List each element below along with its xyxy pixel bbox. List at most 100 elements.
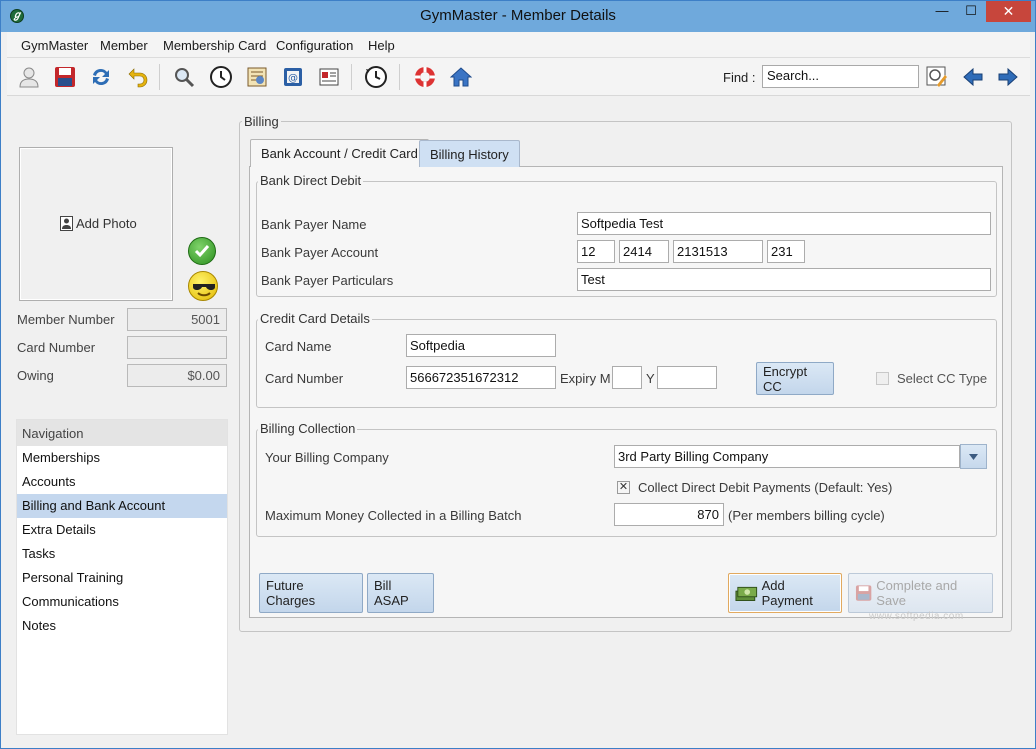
refresh-icon[interactable] [88,64,114,90]
member-number-label: Member Number [17,312,115,327]
watermark: www.softpedia.com [869,611,964,622]
bank-account-bank-input[interactable]: 12 [577,240,615,263]
bank-account-number-input[interactable]: 2131513 [673,240,763,263]
collect-direct-debit-label: Collect Direct Debit Payments (Default: … [638,480,893,495]
nav-item-notes[interactable]: Notes [17,614,227,638]
billing-collection-title: Billing Collection [258,421,358,436]
bank-payer-account-label: Bank Payer Account [261,245,379,260]
menu-bar: GymMaster Member Membership Card Configu… [7,32,1030,58]
card-name-input[interactable]: Softpedia [406,334,556,357]
menu-membership-card[interactable]: Membership Card [163,38,266,53]
svg-text:@: @ [288,73,298,84]
person-icon [60,216,73,231]
billing-company-select[interactable]: 3rd Party Billing Company [614,445,960,468]
bank-account-suffix-input[interactable]: 231 [767,240,805,263]
collect-direct-debit-checkbox[interactable]: ✕ [617,481,630,494]
expiry-month-label: Expiry M [560,371,611,386]
owing-label: Owing [17,368,54,383]
toolbar-separator [399,64,400,90]
main-window: ℊ GymMaster - Member Details — ☐ ✕ GymMa… [0,0,1036,749]
toolbar-separator [159,64,160,90]
bank-payer-particulars-input[interactable]: Test [577,268,991,291]
add-payment-label: Add Payment [761,578,813,608]
badge-icon[interactable] [244,64,270,90]
card-number-field [127,336,227,359]
nav-item-tasks[interactable]: Tasks [17,542,227,566]
sunglasses-smiley-icon [188,271,218,301]
arrow-right-icon[interactable] [995,64,1021,90]
bank-payer-name-label: Bank Payer Name [261,217,367,232]
complete-and-save-label: Complete and Save [876,578,958,608]
credit-card-title: Credit Card Details [258,311,372,326]
menu-help[interactable]: Help [368,38,395,53]
add-photo-button[interactable]: Add Photo [60,216,137,231]
max-money-label: Maximum Money Collected in a Billing Bat… [265,508,522,523]
credit-card-group [256,319,997,408]
navigation-header: Navigation [17,420,227,446]
card-number-label: Card Number [17,340,96,355]
nav-item-personal-training[interactable]: Personal Training [17,566,227,590]
navigation-panel: Navigation Memberships Accounts Billing … [16,419,228,735]
arrow-left-icon[interactable] [960,64,986,90]
lifebuoy-icon[interactable] [412,64,438,90]
user-icon[interactable] [16,64,42,90]
max-money-suffix: (Per members billing cycle) [728,508,885,523]
undo-icon[interactable] [125,64,151,90]
find-label: Find : [723,70,756,85]
add-photo-label: Add Photo [76,216,137,231]
tab-billing-history[interactable]: Billing History [419,140,520,167]
bank-account-branch-input[interactable]: 2414 [619,240,669,263]
encrypt-cc-button[interactable]: Encrypt CC [756,362,834,395]
id-card-icon[interactable] [316,64,342,90]
complete-and-save-button[interactable]: Complete and Save [848,573,993,613]
search-input[interactable]: Search... [762,65,919,88]
expiry-month-input[interactable] [612,366,642,389]
billing-company-dropdown-button[interactable] [960,444,987,469]
menu-configuration[interactable]: Configuration [276,38,353,53]
card-number-input[interactable]: 566672351672312 [406,366,556,389]
minimize-button[interactable]: — [929,1,955,22]
toolbar-separator [351,64,352,90]
menu-gymmaster[interactable]: GymMaster [21,38,88,53]
toolbar: @ Find : Search... [7,58,1030,96]
select-cc-type-checkbox[interactable] [876,372,889,385]
clock-icon[interactable] [208,64,234,90]
money-stack-icon [735,586,758,601]
history-clock-icon[interactable] [363,64,389,90]
close-button[interactable]: ✕ [986,1,1031,22]
owing-field: $0.00 [127,364,227,387]
home-icon[interactable] [448,64,474,90]
nav-item-memberships[interactable]: Memberships [17,446,227,470]
save-icon [855,585,872,601]
nav-item-billing-and-bank-account[interactable]: Billing and Bank Account [17,494,227,518]
address-card-icon[interactable]: @ [280,64,306,90]
title-bar: ℊ GymMaster - Member Details — ☐ ✕ [1,1,1035,32]
expiry-year-input[interactable] [657,366,717,389]
bank-payer-particulars-label: Bank Payer Particulars [261,273,394,288]
menu-member[interactable]: Member [100,38,148,53]
edit-search-icon[interactable] [924,64,950,90]
max-money-input[interactable]: 870 [614,503,724,526]
card-number-label: Card Number [265,371,344,386]
nav-item-extra-details[interactable]: Extra Details [17,518,227,542]
bank-payer-name-input[interactable]: Softpedia Test [577,212,991,235]
add-payment-button[interactable]: Add Payment [728,573,842,613]
member-photo-box[interactable]: Add Photo [19,147,173,301]
member-number-field: 5001 [127,308,227,331]
check-icon [188,237,216,265]
bank-direct-debit-title: Bank Direct Debit [258,173,364,188]
nav-item-accounts[interactable]: Accounts [17,470,227,494]
nav-item-communications[interactable]: Communications [17,590,227,614]
card-name-label: Card Name [265,339,332,354]
maximize-button[interactable]: ☐ [958,1,984,22]
future-charges-button[interactable]: Future Charges [259,573,363,613]
billing-group-title: Billing [242,114,281,129]
tab-bank-account-credit-card[interactable]: Bank Account / Credit Card [250,139,429,167]
save-icon[interactable] [52,64,78,90]
chevron-down-icon [969,453,978,460]
window-title: GymMaster - Member Details [420,7,616,24]
select-cc-type-label: Select CC Type [897,371,988,386]
search-icon[interactable] [171,64,197,90]
bill-asap-button[interactable]: Bill ASAP [367,573,434,613]
billing-company-label: Your Billing Company [265,450,389,465]
